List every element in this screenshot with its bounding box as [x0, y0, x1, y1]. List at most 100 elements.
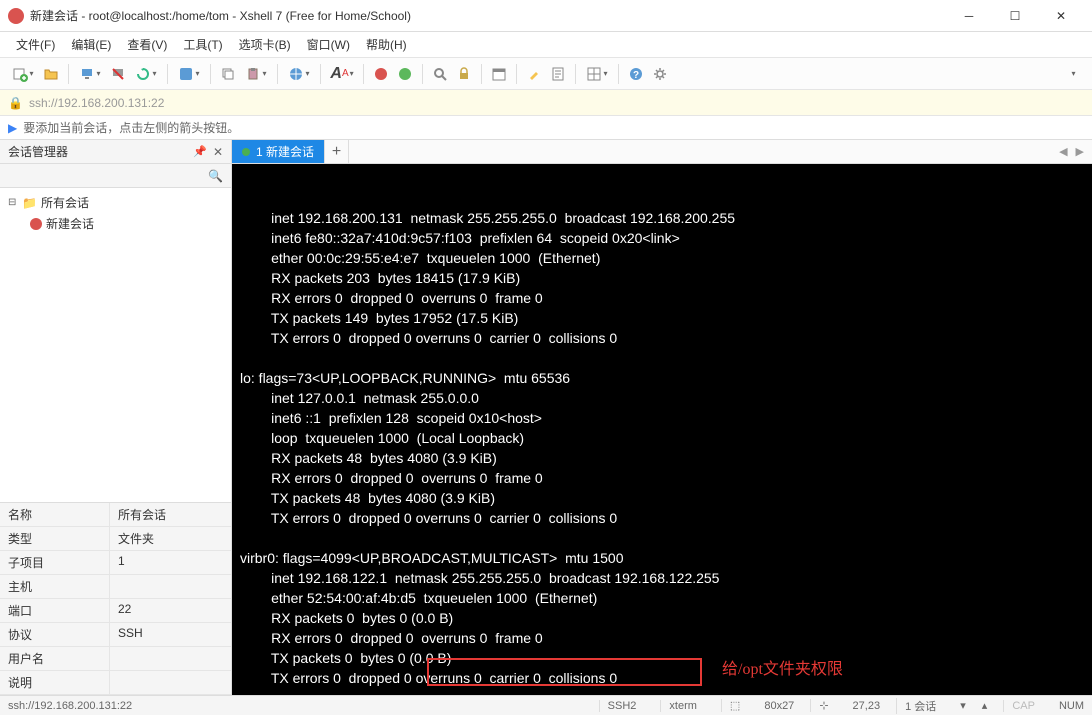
tab-prev-icon[interactable]: ◀ — [1059, 145, 1067, 158]
find-button[interactable] — [429, 62, 451, 86]
minimize-button[interactable]: ─ — [946, 0, 992, 32]
help-button[interactable]: ? — [625, 62, 647, 86]
app-icon — [8, 8, 24, 24]
terminal[interactable]: inet 192.168.200.131 netmask 255.255.255… — [232, 164, 1092, 695]
props-row: 名称所有会话 — [0, 503, 231, 527]
prop-key: 主机 — [0, 575, 110, 598]
prop-value — [110, 575, 231, 598]
menu-tools[interactable]: 工具(T) — [175, 32, 230, 57]
tree-root[interactable]: ⊟ 📁 所有会话 — [0, 192, 231, 213]
prop-value: 22 — [110, 599, 231, 622]
font-button[interactable]: AA▾ — [327, 62, 357, 86]
highlight-button[interactable] — [523, 62, 545, 86]
collapse-icon[interactable]: ⊟ — [8, 197, 18, 208]
status-pos-icon: ⊹ — [810, 699, 836, 712]
svg-text:?: ? — [633, 70, 639, 81]
address-text[interactable]: ssh://192.168.200.131:22 — [29, 96, 1084, 110]
xftp-button[interactable]: ▾ — [174, 62, 204, 86]
settings-button[interactable] — [649, 62, 671, 86]
status-sessions-dd[interactable]: ▾ — [960, 699, 966, 712]
reconnect-button[interactable]: ▾ — [131, 62, 161, 86]
tab-next-icon[interactable]: ▶ — [1076, 145, 1084, 158]
window-title: 新建会话 - root@localhost:/home/tom - Xshell… — [30, 7, 946, 24]
terminal-line: virbr0: flags=4099<UP,BROADCAST,MULTICAS… — [240, 548, 1084, 568]
script-button[interactable] — [547, 62, 569, 86]
menu-view[interactable]: 查看(V) — [119, 32, 175, 57]
menu-file[interactable]: 文件(F) — [8, 32, 63, 57]
layout-button[interactable]: ▾ — [582, 62, 612, 86]
props-row: 类型文件夹 — [0, 527, 231, 551]
terminal-line: RX errors 0 dropped 0 overruns 0 frame 0 — [240, 468, 1084, 488]
search-icon[interactable]: 🔍 — [208, 169, 223, 183]
terminal-line: lo: flags=73<UP,LOOPBACK,RUNNING> mtu 65… — [240, 368, 1084, 388]
prop-key: 名称 — [0, 503, 110, 526]
terminal-line: RX packets 203 bytes 18415 (17.9 KiB) — [240, 268, 1084, 288]
folder-icon: 📁 — [22, 196, 37, 210]
prop-value: SSH — [110, 623, 231, 646]
terminal-line — [240, 688, 1084, 695]
terminal-line: RX packets 48 bytes 4080 (3.9 KiB) — [240, 448, 1084, 468]
copy-button[interactable] — [217, 62, 239, 86]
terminal-line: loop txqueuelen 1000 (Local Loopback) — [240, 428, 1084, 448]
status-cap: CAP — [1003, 700, 1043, 712]
open-button[interactable] — [40, 62, 62, 86]
annotation-text: 给/opt文件夹权限 — [722, 660, 843, 680]
prop-value: 所有会话 — [110, 503, 231, 526]
menu-tabs[interactable]: 选项卡(B) — [231, 32, 299, 57]
flag-icon: ▶ — [8, 121, 17, 135]
calendar-button[interactable] — [488, 62, 510, 86]
prop-value — [110, 671, 231, 694]
tree-root-label: 所有会话 — [41, 194, 89, 211]
terminal-line: inet 127.0.0.1 netmask 255.0.0.0 — [240, 388, 1084, 408]
content-area: 1 新建会话 + ◀ ▶ inet 192.168.200.131 netmas… — [232, 140, 1092, 695]
terminal-line — [240, 528, 1084, 548]
terminal-line: TX errors 0 dropped 0 overruns 0 carrier… — [240, 508, 1084, 528]
sidebar-close-icon[interactable]: ✕ — [213, 145, 223, 159]
terminal-line: inet6 ::1 prefixlen 128 scopeid 0x10<hos… — [240, 408, 1084, 428]
new-session-button[interactable]: ▾ — [8, 62, 38, 86]
menu-window[interactable]: 窗口(W) — [299, 32, 358, 57]
tab-add-button[interactable]: + — [325, 140, 349, 163]
lock-button[interactable] — [453, 62, 475, 86]
pin-icon[interactable]: 📌 — [193, 145, 207, 158]
props-row: 说明 — [0, 671, 231, 695]
connect-button[interactable]: ▾ — [75, 62, 105, 86]
globe-button[interactable]: ▾ — [284, 62, 314, 86]
sidebar: 会话管理器 📌 ✕ 🔍 ⊟ 📁 所有会话 新建会话 名称所有会话类型文件夹子项目… — [0, 140, 232, 695]
props-row: 端口22 — [0, 599, 231, 623]
search-input[interactable] — [8, 169, 208, 183]
tab-label: 1 新建会话 — [256, 143, 314, 160]
xagent-button[interactable] — [370, 62, 392, 86]
toolbar-overflow[interactable]: ▾ — [1062, 62, 1084, 86]
session-tree: ⊟ 📁 所有会话 新建会话 — [0, 188, 231, 502]
status-proto: SSH2 — [599, 700, 645, 712]
status-up-icon[interactable]: ▴ — [982, 699, 988, 712]
tree-session[interactable]: 新建会话 — [0, 213, 231, 234]
prop-key: 协议 — [0, 623, 110, 646]
prop-value — [110, 647, 231, 670]
addressbar: 🔒 ssh://192.168.200.131:22 — [0, 90, 1092, 116]
status-term: xterm — [660, 700, 705, 712]
tab-session-1[interactable]: 1 新建会话 — [232, 140, 325, 163]
disconnect-button[interactable] — [107, 62, 129, 86]
titlebar: 新建会话 - root@localhost:/home/tom - Xshell… — [0, 0, 1092, 32]
info-text: 要添加当前会话，点击左侧的箭头按钮。 — [23, 119, 239, 136]
status-num: NUM — [1059, 700, 1084, 712]
tab-bar: 1 新建会话 + ◀ ▶ — [232, 140, 1092, 164]
terminal-line: inet6 fe80::32a7:410d:9c57:f103 prefixle… — [240, 228, 1084, 248]
menu-help[interactable]: 帮助(H) — [358, 32, 415, 57]
terminal-line: TX packets 149 bytes 17952 (17.5 KiB) — [240, 308, 1084, 328]
menu-edit[interactable]: 编辑(E) — [63, 32, 119, 57]
terminal-line: TX packets 48 bytes 4080 (3.9 KiB) — [240, 488, 1084, 508]
xactivator-button[interactable] — [394, 62, 416, 86]
highlight-box — [427, 658, 702, 686]
terminal-line: inet 192.168.200.131 netmask 255.255.255… — [240, 208, 1084, 228]
props-row: 子项目1 — [0, 551, 231, 575]
terminal-line: ether 52:54:00:af:4b:d5 txqueuelen 1000 … — [240, 588, 1084, 608]
status-dot-icon — [242, 148, 250, 156]
close-button[interactable]: ✕ — [1038, 0, 1084, 32]
paste-button[interactable]: ▾ — [241, 62, 271, 86]
maximize-button[interactable]: ☐ — [992, 0, 1038, 32]
sidebar-title: 会话管理器 — [8, 143, 193, 160]
prop-key: 类型 — [0, 527, 110, 550]
